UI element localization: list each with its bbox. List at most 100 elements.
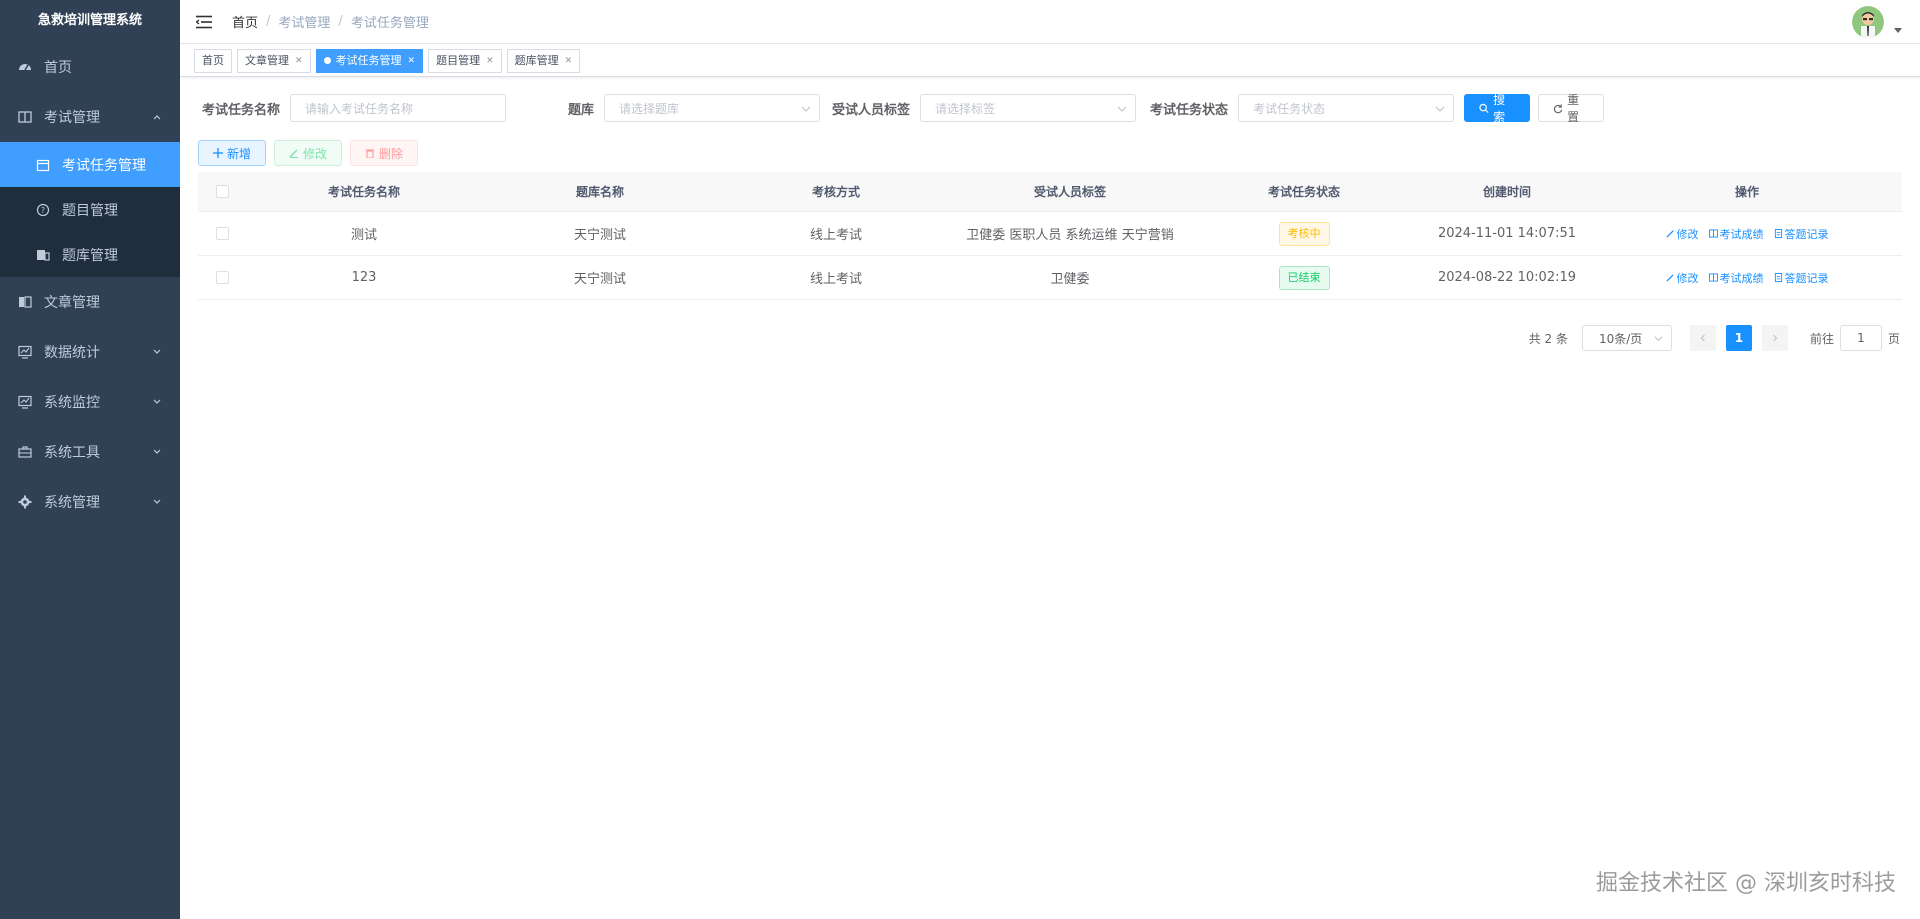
plus-icon	[213, 148, 223, 158]
page-number-current[interactable]: 1	[1725, 325, 1752, 351]
tag-home[interactable]: 首页	[194, 48, 232, 73]
close-icon[interactable]: ✕	[565, 50, 573, 72]
add-button[interactable]: 新增	[198, 140, 267, 166]
calendar-icon	[36, 158, 50, 172]
breadcrumb-item[interactable]: 首页	[232, 12, 258, 31]
next-page-button[interactable]	[1761, 325, 1788, 351]
close-icon[interactable]: ✕	[408, 50, 416, 72]
row-select-cell	[198, 271, 246, 284]
monitor-icon	[18, 345, 32, 359]
select-all-checkbox[interactable]	[215, 185, 229, 198]
row-records-link[interactable]: 答题记录	[1774, 270, 1829, 286]
tag-select[interactable]: 请选择标签	[920, 94, 1137, 122]
sidebar-item-question-bank[interactable]: 题库管理	[0, 232, 180, 277]
chevron-up-icon	[153, 115, 161, 120]
sidebar-item-label: 考试任务管理	[62, 157, 146, 174]
row-scores-link[interactable]: 考试成绩	[1708, 270, 1764, 286]
avatar[interactable]	[1852, 6, 1884, 38]
edit-button-label: 修改	[303, 146, 328, 161]
trash-icon	[366, 149, 375, 158]
row-scores-link[interactable]: 考试成绩	[1708, 226, 1764, 242]
tag-questions[interactable]: 题目管理 ✕	[428, 48, 502, 73]
sidebar-item-label: 考试管理	[44, 110, 100, 126]
bank-label: 题库	[568, 102, 595, 118]
status-select[interactable]: 考试任务状态	[1238, 94, 1455, 122]
sidebar-item-label: 题库管理	[62, 247, 118, 264]
delete-button[interactable]: 删除	[350, 140, 419, 166]
table-toolbar: 新增 修改 删除	[198, 140, 419, 166]
tag-exam-tasks[interactable]: 考试任务管理 ✕	[315, 48, 424, 73]
sidebar-item-label: 系统监控	[44, 395, 100, 411]
column-header: 受试人员标签	[1033, 185, 1106, 199]
prev-page-button[interactable]	[1689, 325, 1716, 351]
delete-button-label: 删除	[379, 146, 404, 161]
exam-task-table: 考试任务名称 题库名称 考核方式 受试人员标签 考试任务状态 创建时间 操作 测…	[198, 172, 1902, 300]
tag-question-bank[interactable]: 题库管理 ✕	[506, 48, 581, 73]
sidebar-item-label: 数据统计	[44, 345, 100, 361]
dashboard-icon	[18, 60, 32, 74]
question-icon: ?	[36, 203, 50, 217]
column-header: 考核方式	[811, 185, 860, 199]
svg-text:?: ?	[41, 206, 45, 215]
task-name-input[interactable]: 请输入考试任务名称	[290, 94, 507, 122]
chevron-down-icon	[1117, 106, 1127, 112]
caret-down-icon[interactable]	[1894, 28, 1902, 34]
watermark: 掘金技术社区 @ 深圳亥时科技	[1596, 871, 1896, 896]
exam-submenu: 考试任务管理 ? 题目管理 题库管理	[0, 142, 180, 277]
close-icon[interactable]: ✕	[486, 50, 494, 72]
row-select-cell	[198, 227, 246, 240]
tag-placeholder: 请选择标签	[935, 101, 996, 116]
book-icon	[1708, 229, 1718, 238]
navbar: 首页 / 考试管理 / 考试任务管理	[180, 0, 1920, 44]
status-placeholder: 考试任务状态	[1253, 101, 1326, 116]
edit-button[interactable]: 修改	[274, 140, 343, 166]
sidebar-item-questions[interactable]: ? 题目管理	[0, 187, 180, 232]
row-edit-link[interactable]: 修改	[1665, 270, 1699, 286]
close-icon[interactable]: ✕	[295, 50, 303, 72]
breadcrumb-item: 考试管理	[278, 16, 331, 31]
row-checkbox[interactable]	[215, 227, 229, 240]
op-label: 修改	[1676, 227, 1699, 241]
article-icon	[18, 295, 32, 309]
edit-icon	[1665, 274, 1674, 282]
sidebar-item-tools[interactable]: 系统工具	[0, 427, 180, 477]
toolbox-icon	[18, 445, 32, 459]
goto-page-input[interactable]: 1	[1839, 325, 1882, 351]
page-size-select[interactable]: 10条/页	[1581, 325, 1672, 351]
search-button[interactable]: 搜索	[1464, 93, 1531, 124]
sidebar-item-system[interactable]: 系统管理	[0, 477, 180, 527]
op-label: 修改	[1676, 271, 1699, 285]
edit-icon	[289, 149, 299, 158]
tag-articles[interactable]: 文章管理 ✕	[237, 48, 311, 73]
sidebar-item-exam-tasks[interactable]: 考试任务管理	[0, 142, 180, 187]
sidebar-item-label: 文章管理	[44, 295, 100, 311]
row-records-link[interactable]: 答题记录	[1774, 226, 1829, 242]
page-goto: 前往 1 页	[1810, 325, 1900, 351]
app-title: 急救培训管理系统	[37, 13, 142, 28]
search-button-label: 搜索	[1493, 93, 1506, 124]
chevron-right-icon	[1773, 334, 1778, 342]
book-icon	[1708, 273, 1718, 282]
op-label: 考试成绩	[1719, 227, 1764, 241]
sidebar-item-articles[interactable]: 文章管理	[0, 277, 180, 327]
created-time-cell: 2024-11-01 14:07:51	[1437, 226, 1577, 241]
hamburger-icon[interactable]	[196, 15, 212, 29]
row-edit-link[interactable]: 修改	[1665, 226, 1699, 242]
breadcrumb-separator: /	[338, 14, 343, 29]
sidebar-item-home[interactable]: 首页	[0, 42, 180, 92]
search-form: 考试任务名称 请输入考试任务名称 题库 请选择题库 受试人员标签 请选择标签 考…	[202, 93, 1605, 124]
database-icon	[36, 248, 50, 262]
table-row: 测试 天宁测试 线上考试 卫健委 医职人员 系统运维 天宁营销 考核中 2024…	[198, 212, 1902, 256]
bank-select[interactable]: 请选择题库	[604, 94, 821, 122]
sidebar-item-statistics[interactable]: 数据统计	[0, 327, 180, 377]
chevron-down-icon	[153, 399, 161, 404]
reset-button[interactable]: 重置	[1538, 93, 1605, 124]
sidebar-item-monitoring[interactable]: 系统监控	[0, 377, 180, 427]
op-label: 考试成绩	[1719, 271, 1764, 285]
sidebar-item-exam[interactable]: 考试管理	[0, 92, 180, 142]
row-checkbox[interactable]	[215, 271, 229, 284]
chevron-down-icon	[153, 349, 161, 354]
tag-filter-label: 受试人员标签	[832, 102, 911, 118]
sidebar-item-label: 系统管理	[44, 495, 100, 511]
method-cell: 线上考试	[809, 272, 862, 287]
